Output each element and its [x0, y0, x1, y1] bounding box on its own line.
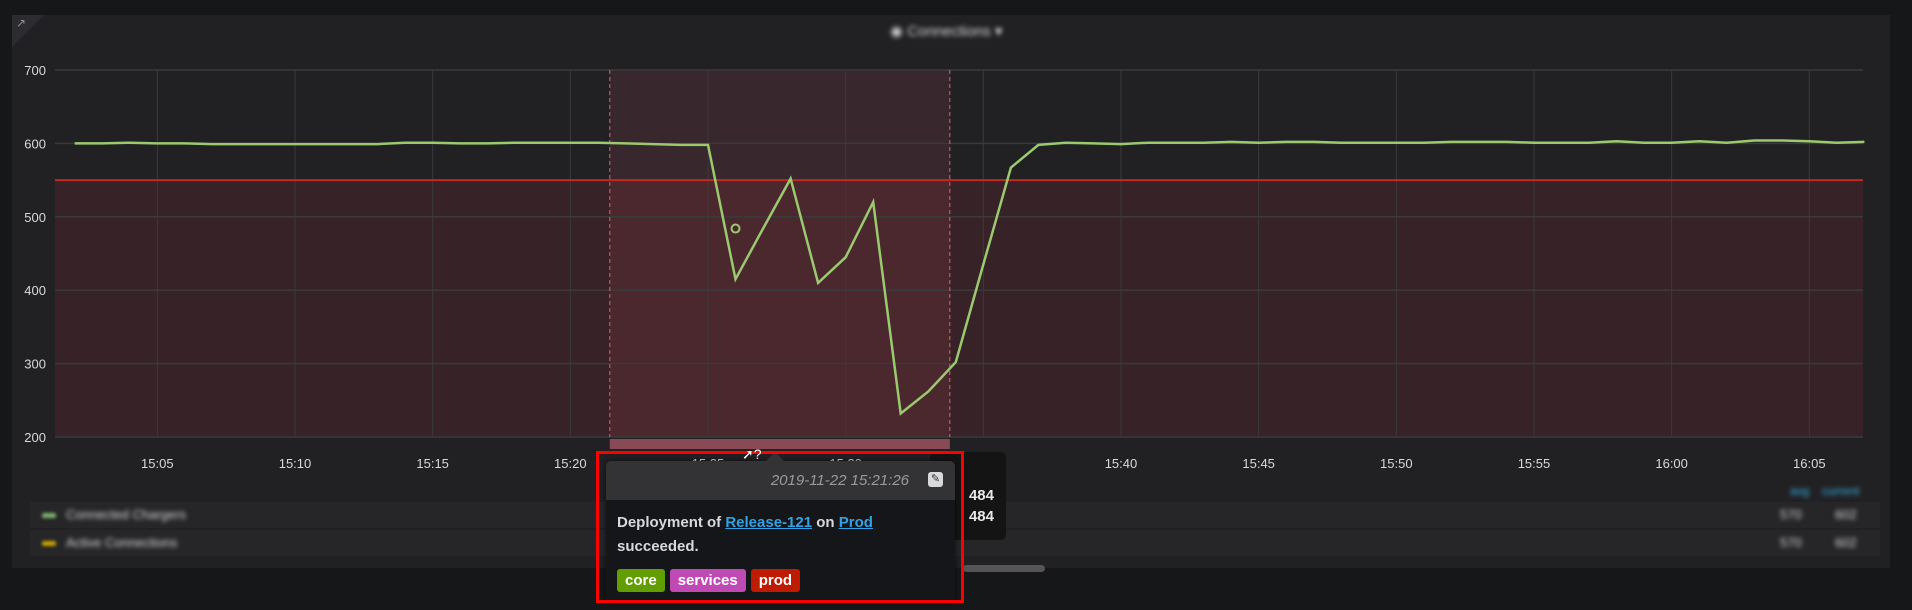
annotation-text-suffix: succeeded. — [617, 538, 699, 555]
legend-current: 602 — [1835, 507, 1857, 522]
y-tick-label: 700 — [24, 63, 46, 78]
y-tick-label: 300 — [24, 357, 46, 372]
tooltip-value: 484 — [968, 508, 994, 525]
x-tick-label: 15:10 — [279, 456, 312, 471]
x-tick-label: 16:00 — [1655, 456, 1688, 471]
annotation-time: 2019-11-22 15:21:26 — [770, 472, 909, 489]
tag-prod[interactable]: prod — [750, 569, 801, 592]
mouse-cursor-icon: ➚? — [742, 446, 762, 462]
x-tick-label: 16:05 — [1793, 456, 1826, 471]
x-tick-label: 15:15 — [416, 456, 449, 471]
x-tick-label: 15:55 — [1518, 456, 1551, 471]
annotation-tooltip: 2019-11-22 15:21:26 ✎ Deployment of Rele… — [606, 452, 955, 602]
legend-swatch — [42, 541, 56, 546]
annotation-region — [609, 70, 950, 437]
legend-avg: 570 — [1780, 535, 1802, 550]
legend-header-current[interactable]: current — [1822, 484, 1859, 498]
threshold-fill — [55, 180, 1863, 437]
annotation-text-prefix: Deployment of — [617, 514, 726, 531]
y-tick-label: 400 — [24, 283, 46, 298]
annotation-text: Deployment of Release-121 on Prod succee… — [606, 500, 955, 559]
y-tick-label: 500 — [24, 210, 46, 225]
legend-label[interactable]: Connected Chargers — [66, 507, 186, 522]
legend-label[interactable]: Active Connections — [66, 535, 177, 550]
tag-services[interactable]: services — [669, 569, 746, 592]
legend-current: 602 — [1835, 535, 1857, 550]
x-tick-label: 15:05 — [141, 456, 174, 471]
legend-avg: 570 — [1780, 507, 1802, 522]
tooltip-arrow — [766, 452, 784, 461]
prod-link[interactable]: Prod — [839, 514, 873, 531]
tag-core[interactable]: core — [617, 569, 665, 592]
x-tick-label: 15:20 — [554, 456, 587, 471]
y-tick-label: 600 — [24, 136, 46, 151]
legend-header-avg[interactable]: avg — [1790, 484, 1809, 498]
x-tick-label: 15:50 — [1380, 456, 1413, 471]
annotation-marker — [609, 439, 950, 449]
annotation-header: 2019-11-22 15:21:26 ✎ — [606, 452, 955, 500]
release-link[interactable]: Release-121 — [725, 514, 812, 531]
x-tick-label: 15:45 — [1242, 456, 1275, 471]
tooltip-value: 484 — [968, 487, 994, 504]
legend-swatch — [42, 513, 56, 518]
annotation-tags: core services prod — [617, 569, 801, 592]
edit-icon[interactable]: ✎ — [928, 472, 943, 487]
y-tick-label: 200 — [24, 430, 46, 445]
horizontal-scrollbar[interactable] — [963, 565, 1045, 572]
annotation-text-mid: on — [812, 514, 839, 531]
x-tick-label: 15:40 — [1105, 456, 1138, 471]
